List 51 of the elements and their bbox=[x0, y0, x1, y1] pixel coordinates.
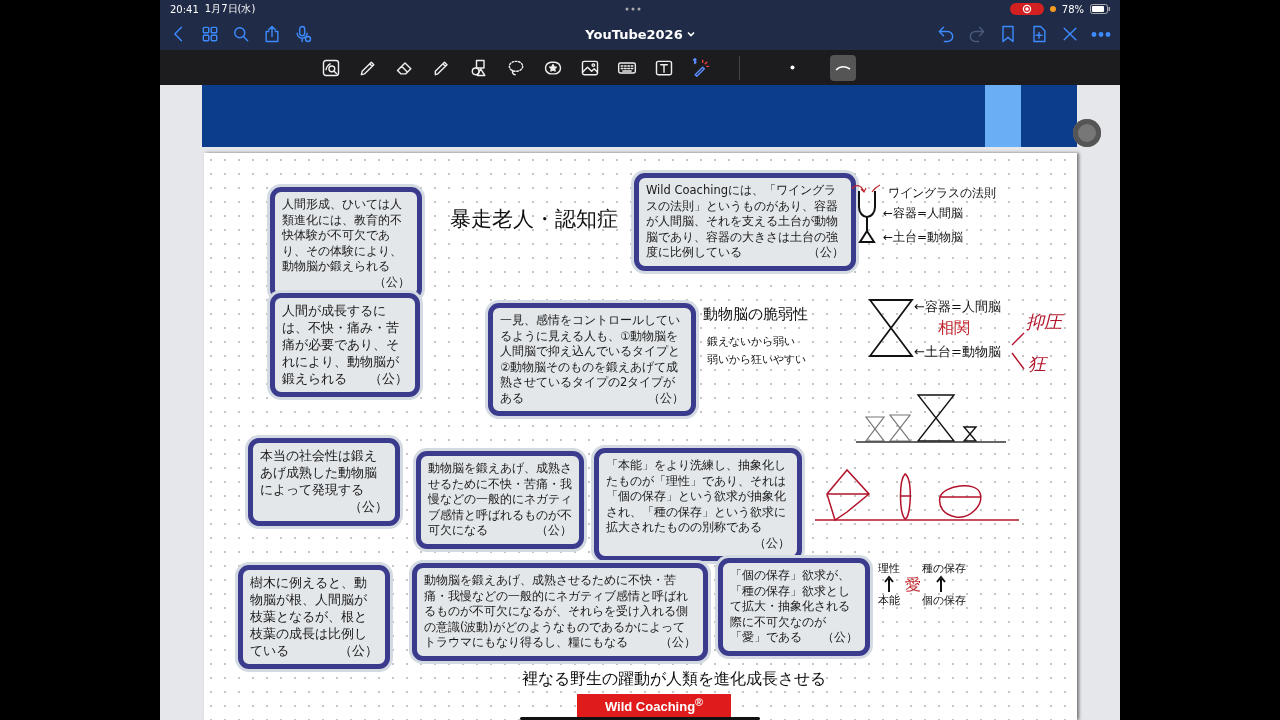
annotation-text: ←土台=動物脳 bbox=[914, 343, 1001, 361]
diagram-label: 理性 bbox=[878, 561, 900, 576]
search-icon bbox=[231, 24, 251, 44]
status-dot-icon bbox=[1049, 6, 1056, 12]
annotation-text: ←土台=動物脳 bbox=[883, 229, 964, 246]
diagram-label: 本能 bbox=[878, 593, 900, 608]
page-title: 暴走老人・認知症 bbox=[450, 206, 618, 233]
quote-text: 樹木に例えると、動物脳が根、人間脳が枝葉となるが、根と枝葉の成長は比例している （公） bbox=[250, 575, 378, 660]
quote-text: 一見、感情をコントロールしているように見える人も、①動物脳を人間脳で抑え込んでいるタイプと②動物脳そのものを鍛えあげて成熟させているタイプの2タイプがある （公） bbox=[500, 313, 684, 407]
date: 1月7日(水) bbox=[204, 2, 256, 16]
quote-text: 「個の保存」欲求が、「種の保存」欲求として拡大・抽象化される際に不可欠なのが「愛」である （公） bbox=[730, 568, 858, 646]
annotation-text: ←容器=人間脳 bbox=[914, 298, 1001, 316]
annotation-text: 相関 bbox=[938, 318, 970, 339]
grid-icon bbox=[200, 24, 220, 44]
motto-text: 裡なる野生の躍動が人類を進化成長させる bbox=[522, 669, 826, 690]
logo-text: Wild Coaching$^{®}$ bbox=[604, 696, 704, 717]
rule-title: ワイングラスの法則 bbox=[888, 185, 996, 202]
recording-icon bbox=[1009, 3, 1044, 15]
quote-text: 動物脳を鍛えあげ、成熟させるために不快・苦痛・我慢などの一般的にネガティブ感情と呼ばれるものが不可欠になる （公） bbox=[428, 461, 572, 539]
chevron-icon bbox=[686, 30, 695, 38]
quote-text: 本当の社会性は鍛えあげ成熟した動物脳によって発現する （公） bbox=[260, 448, 388, 516]
redo-icon bbox=[967, 24, 987, 44]
undo-icon bbox=[936, 24, 956, 44]
curve-icon bbox=[835, 64, 851, 71]
share-icon bbox=[262, 24, 282, 44]
quote-text: 「本能」をより洗練し、抽象化したものが「理性」であり、それは「個の保存」という欲求が抽象化され、「種の保存」という欲求に拡大されたものの別称である （公） bbox=[606, 458, 790, 552]
hourglass-drawing bbox=[868, 298, 914, 358]
up-arrow-icon bbox=[884, 576, 894, 592]
more-icon bbox=[624, 7, 641, 11]
more-icon bbox=[1091, 31, 1111, 37]
quote-text: 動物脳を鍛えあげ、成熟させるために不快・苦痛・我慢などの一般的にネガティブ感情と呼ばれるものが不可欠になるが、それらを受け入れる側の意識(波動)がどのようなものであるかによってトラウマにもなり得るし、糧にもなる （公） bbox=[424, 573, 696, 651]
quote-text: 人間形成、ひいては人類進化には、教育的不快体験が不可欠であり、その体験により、動物脳か鍛えられる （公） bbox=[282, 197, 410, 291]
note-text: 弱いから狂いやすい bbox=[707, 352, 806, 367]
section-heading: 動物脳の脆弱性 bbox=[703, 305, 808, 324]
quote-text: Wild Coachingには、「ワイングラスの法則」というものがあり、容器が人間脳、それを支える土台が動物脳であり、容器の大きさは土台の強度に比例している （公） bbox=[646, 183, 844, 261]
up-arrow-icon bbox=[936, 576, 946, 592]
time: 20:41 bbox=[170, 3, 199, 15]
diagram-label: 愛 bbox=[905, 575, 921, 596]
handwritten-note: 狂 bbox=[1028, 352, 1046, 376]
quote-text: 人間が成長するには、不快・痛み・苦痛が必要であり、それにより、動物脳が鍛えられる （公） bbox=[282, 303, 408, 388]
curve-stroke-button[interactable] bbox=[830, 54, 856, 81]
note-text: 鍛えないから弱い bbox=[707, 334, 795, 349]
battery-icon bbox=[1090, 4, 1110, 14]
annotation-text: ←容器=人間脳 bbox=[883, 205, 964, 222]
document-title[interactable]: YouTube2026 bbox=[585, 26, 695, 42]
dot-icon bbox=[789, 65, 795, 70]
bracket-drawing bbox=[1010, 331, 1026, 371]
battery-level: 78% bbox=[1061, 3, 1084, 15]
diagram-label: 種の保存 bbox=[922, 561, 966, 576]
diagram-label: 個の保存 bbox=[922, 593, 966, 608]
floating-button[interactable] bbox=[1073, 119, 1101, 147]
